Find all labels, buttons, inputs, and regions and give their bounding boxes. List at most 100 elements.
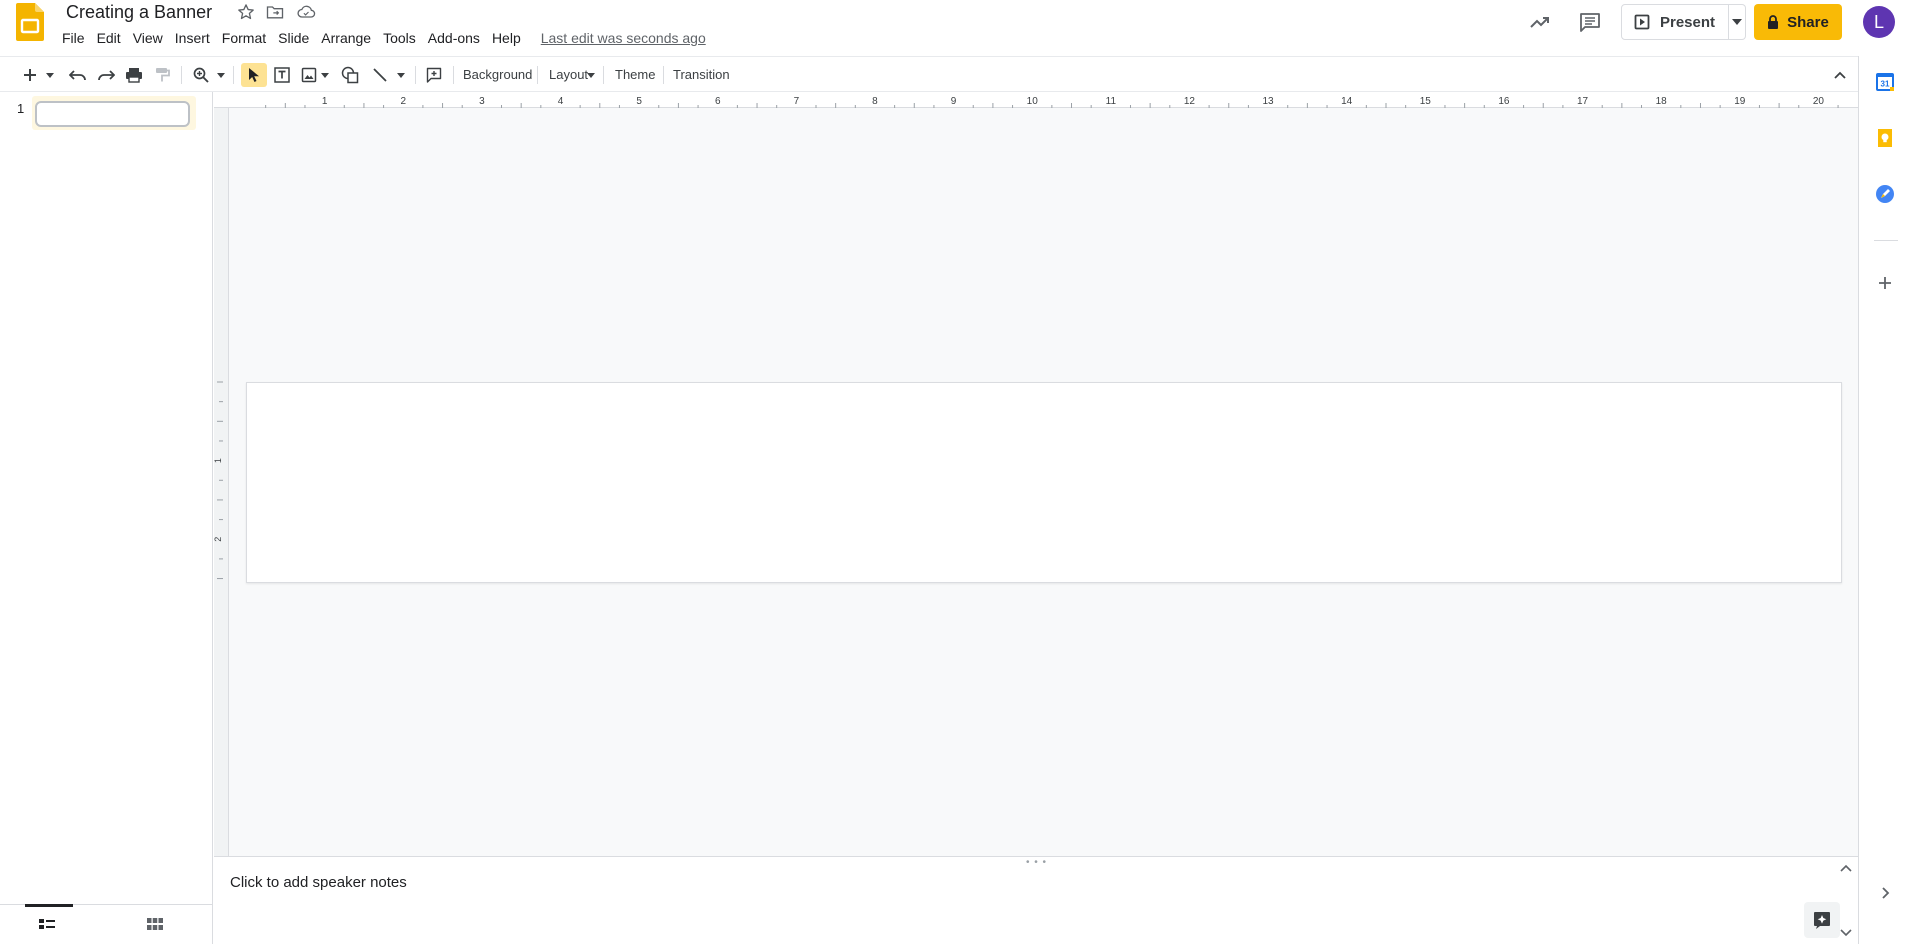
present-label: Present (1660, 13, 1716, 31)
share-button[interactable]: Share (1754, 4, 1842, 40)
line-icon[interactable] (368, 63, 392, 87)
ruler-label: 16 (1498, 96, 1510, 107)
slides-logo-icon[interactable] (16, 3, 44, 41)
slide-editor-canvas[interactable] (246, 382, 1842, 583)
ruler-label: 8 (872, 96, 878, 107)
menu-slide[interactable]: Slide (272, 27, 315, 49)
present-options-dropdown[interactable] (1728, 4, 1746, 40)
keep-icon[interactable] (1874, 127, 1898, 151)
view-switch-active-indicator (25, 904, 73, 907)
image-dropdown[interactable] (320, 63, 330, 87)
menu-tools[interactable]: Tools (377, 27, 422, 49)
vertical-ruler-ticks: 12 (214, 381, 223, 580)
ruler-label: 20 (1813, 96, 1825, 107)
new-slide-icon[interactable] (18, 63, 42, 87)
svg-text:31: 31 (1881, 80, 1890, 89)
filmstrip-view-icon[interactable] (38, 917, 58, 933)
move-folder-icon[interactable] (265, 2, 285, 22)
transition-button[interactable]: Transition (673, 63, 730, 87)
zoom-dropdown[interactable] (215, 63, 227, 87)
menu-insert[interactable]: Insert (169, 27, 216, 49)
ruler-label: 18 (1656, 96, 1668, 107)
ruler-label: 1 (322, 96, 328, 107)
insert-image-icon[interactable] (298, 63, 320, 87)
menu-file[interactable]: File (56, 27, 91, 49)
theme-button[interactable]: Theme (615, 63, 655, 87)
line-dropdown[interactable] (396, 63, 406, 87)
menu-edit[interactable]: Edit (91, 27, 127, 49)
calendar-icon[interactable]: 31 (1874, 71, 1898, 95)
add-icon[interactable] (1874, 272, 1898, 296)
redo-icon[interactable] (94, 63, 118, 87)
vertical-ruler[interactable]: 12 (214, 108, 229, 856)
ruler-label: 2 (214, 537, 223, 542)
star-icon[interactable] (236, 2, 256, 22)
ruler-label: 5 (636, 96, 642, 107)
ruler-label: 17 (1577, 96, 1589, 107)
menu-addons[interactable]: Add-ons (422, 27, 486, 49)
comment-history-icon[interactable] (1578, 10, 1602, 34)
present-button[interactable]: Present (1621, 4, 1729, 40)
toolbar-divider (453, 66, 454, 84)
account-avatar[interactable]: L (1863, 6, 1895, 38)
ruler-label: 15 (1420, 96, 1432, 107)
shape-icon[interactable] (338, 63, 362, 87)
select-cursor-icon[interactable] (241, 63, 267, 87)
app-header: Creating a Banner File Edit View Insert … (0, 0, 1912, 56)
menu-arrange[interactable]: Arrange (315, 27, 377, 49)
horizontal-ruler[interactable]: 1 2 3 4 5 6 7 8 9 10 11 12 13 14 15 16 17 18 19 20 (214, 92, 1858, 108)
slide-thumbnail[interactable] (35, 101, 190, 127)
layout-dropdown-caret[interactable] (587, 63, 595, 87)
ruler-label: 1 (214, 458, 223, 463)
menu-view[interactable]: View (127, 27, 169, 49)
menu-bar: File Edit View Insert Format Slide Arran… (56, 27, 706, 49)
ruler-label: 13 (1263, 96, 1275, 107)
print-icon[interactable] (122, 63, 146, 87)
grid-view-icon[interactable] (146, 917, 166, 933)
undo-icon[interactable] (66, 63, 90, 87)
text-box-icon[interactable] (270, 63, 294, 87)
toolbar-divider (663, 66, 664, 84)
layout-button[interactable]: Layout (549, 63, 588, 87)
toolbar-divider (603, 66, 604, 84)
background-button[interactable]: Background (463, 63, 532, 87)
add-comment-icon[interactable] (422, 63, 446, 87)
tasks-icon[interactable] (1874, 183, 1898, 207)
new-slide-layout-dropdown[interactable] (44, 63, 56, 87)
cloud-saved-icon[interactable] (295, 2, 316, 22)
side-panel-divider (1874, 240, 1898, 241)
ruler-label: 11 (1106, 96, 1117, 107)
activity-dashboard-icon[interactable] (1528, 10, 1552, 34)
ruler-label: 2 (400, 96, 406, 107)
caret-down-icon (1731, 19, 1742, 25)
scroll-down-arrow-icon[interactable] (1840, 929, 1854, 943)
ruler-label: 7 (794, 96, 800, 107)
ruler-label: 12 (1184, 96, 1196, 107)
toolbar-divider (537, 66, 538, 84)
ruler-label: 3 (479, 96, 485, 107)
slide-filmstrip (0, 92, 213, 944)
horizontal-ruler-ticks: 1 2 3 4 5 6 7 8 9 10 11 12 13 14 15 16 17 18 19 20 (265, 96, 1839, 108)
explore-icon (1812, 910, 1832, 930)
ruler-label: 14 (1341, 96, 1353, 107)
show-side-panel-chevron-icon[interactable] (1874, 882, 1898, 906)
notes-resize-handle[interactable]: • • • (1026, 857, 1047, 868)
paint-format-icon[interactable] (150, 63, 174, 87)
speaker-notes-panel[interactable] (214, 856, 1858, 944)
explore-button[interactable] (1804, 902, 1840, 938)
toolbar: Background Layout Theme Transition (0, 56, 1858, 92)
slide-number: 1 (17, 101, 25, 116)
document-title[interactable]: Creating a Banner (66, 1, 212, 23)
toolbar-divider (233, 66, 234, 84)
ruler-label: 4 (558, 96, 564, 107)
present-icon (1634, 14, 1650, 30)
menu-format[interactable]: Format (216, 27, 272, 49)
speaker-notes-placeholder[interactable]: Click to add speaker notes (230, 874, 407, 891)
share-label: Share (1787, 13, 1829, 31)
scroll-up-arrow-icon[interactable] (1840, 864, 1854, 878)
last-edit-link[interactable]: Last edit was seconds ago (541, 27, 706, 49)
zoom-icon[interactable] (189, 63, 213, 87)
menu-help[interactable]: Help (486, 27, 527, 49)
ruler-label: 9 (951, 96, 957, 107)
collapse-toolbar-icon[interactable] (1828, 63, 1852, 87)
